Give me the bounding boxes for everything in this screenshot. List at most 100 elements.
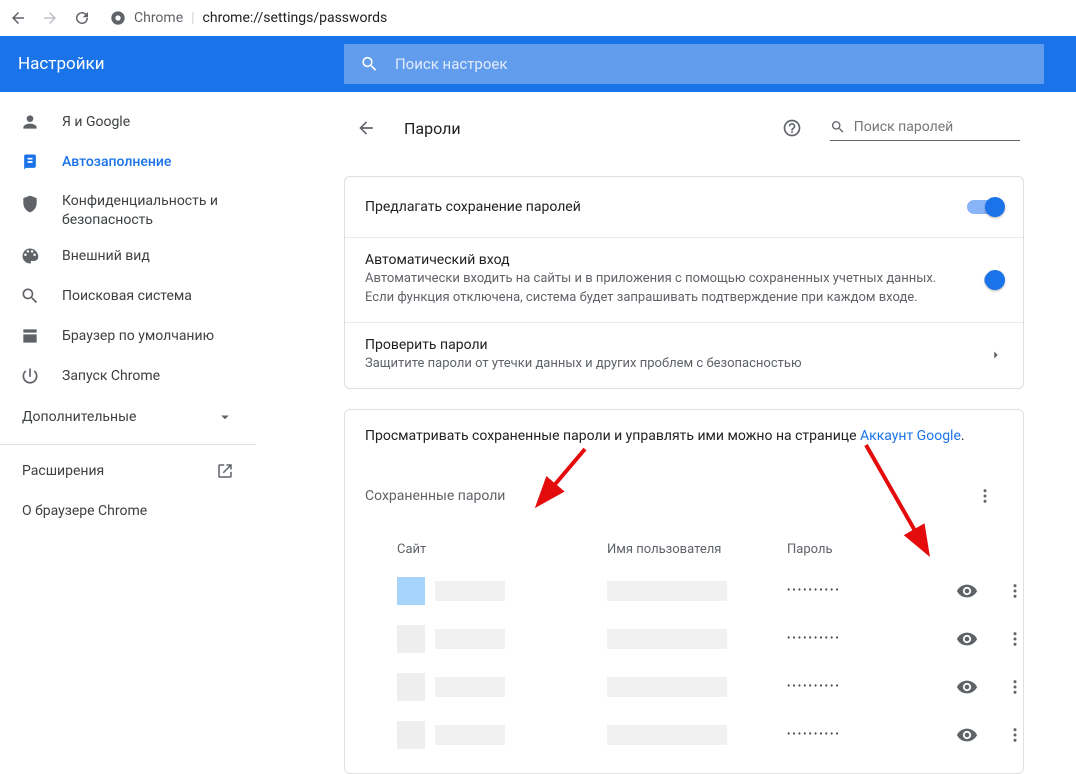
browser-toolbar: Chrome | chrome://settings/passwords <box>0 0 1076 36</box>
open-in-new-icon <box>216 462 234 480</box>
manage-info: Просматривать сохраненные пароли и управ… <box>345 410 1023 448</box>
password-row-menu-button[interactable] <box>997 573 1033 609</box>
power-icon <box>20 366 40 386</box>
search-icon <box>360 54 379 74</box>
sidebar-item-label: Поисковая система <box>62 288 192 304</box>
sidebar-item-label: Запуск Chrome <box>62 368 160 384</box>
offer-save-toggle[interactable] <box>967 200 1003 214</box>
sidebar-advanced-toggle[interactable]: Дополнительные <box>0 396 256 438</box>
user-redacted <box>607 581 727 601</box>
check-passwords-label: Проверить пароли <box>365 337 802 353</box>
password-search[interactable] <box>830 116 1020 141</box>
site-redacted <box>435 581 505 601</box>
sidebar: Я и Google Автозаполнение Конфиденциальн… <box>0 92 256 737</box>
kebab-icon <box>1006 726 1024 744</box>
help-icon <box>782 118 802 138</box>
sidebar-item-appearance[interactable]: Внешний вид <box>0 236 256 276</box>
sidebar-item-label: Я и Google <box>62 114 130 130</box>
sidebar-item-search-engine[interactable]: Поисковая система <box>0 276 256 316</box>
password-row-menu-button[interactable] <box>997 621 1033 657</box>
col-user: Имя пользователя <box>607 542 787 557</box>
password-row[interactable]: •••••••••• <box>365 663 1003 711</box>
offer-save-row[interactable]: Предлагать сохранение паролей <box>345 177 1023 237</box>
sidebar-item-label: Автозаполнение <box>62 154 171 170</box>
col-pass: Пароль <box>787 542 937 557</box>
site-favicon <box>397 721 425 749</box>
eye-icon <box>956 628 978 650</box>
sidebar-item-you-and-google[interactable]: Я и Google <box>0 102 256 142</box>
password-masked: •••••••••• <box>787 729 937 740</box>
help-button[interactable] <box>774 110 810 146</box>
nav-forward-button[interactable] <box>40 8 60 28</box>
password-masked: •••••••••• <box>787 681 937 692</box>
reveal-password-button[interactable] <box>937 676 997 698</box>
kebab-icon <box>1006 678 1024 696</box>
address-url: chrome://settings/passwords <box>203 10 388 26</box>
extensions-label: Расширения <box>22 463 104 479</box>
reveal-password-button[interactable] <box>937 580 997 602</box>
password-row[interactable]: •••••••••• <box>365 711 1003 759</box>
kebab-icon <box>1006 582 1024 600</box>
saved-passwords-menu-button[interactable] <box>967 478 1003 514</box>
sidebar-item-label: Внешний вид <box>62 248 150 264</box>
eye-icon <box>956 676 978 698</box>
sidebar-item-label: Конфиденциальность и безопасность <box>62 192 236 230</box>
person-icon <box>20 112 40 132</box>
sidebar-item-default-browser[interactable]: Браузер по умолчанию <box>0 316 256 356</box>
password-search-input[interactable] <box>854 119 1020 135</box>
google-account-link[interactable]: Аккаунт Google <box>860 428 961 444</box>
settings-card: Предлагать сохранение паролей Автоматиче… <box>344 176 1024 389</box>
sidebar-item-on-startup[interactable]: Запуск Chrome <box>0 356 256 396</box>
auto-signin-row[interactable]: Автоматический вход Автоматически входит… <box>345 237 1023 322</box>
password-row-menu-button[interactable] <box>997 717 1033 753</box>
search-icon <box>830 118 846 136</box>
nav-back-button[interactable] <box>8 8 28 28</box>
site-redacted <box>435 629 505 649</box>
chevron-down-icon <box>216 408 234 426</box>
address-bar[interactable]: Chrome | chrome://settings/passwords <box>104 10 387 26</box>
header-search-input[interactable] <box>395 55 1028 73</box>
app-header: Настройки <box>0 36 1076 92</box>
eye-icon <box>956 580 978 602</box>
address-product: Chrome <box>134 10 183 26</box>
chevron-right-icon <box>989 348 1003 362</box>
password-row[interactable]: •••••••••• <box>365 615 1003 663</box>
advanced-label: Дополнительные <box>22 409 136 425</box>
sidebar-item-about[interactable]: О браузере Chrome <box>0 491 256 531</box>
user-redacted <box>607 677 727 697</box>
offer-save-label: Предлагать сохранение паролей <box>365 199 581 215</box>
site-redacted <box>435 677 505 697</box>
site-redacted <box>435 725 505 745</box>
check-passwords-row[interactable]: Проверить пароли Защитите пароли от утеч… <box>345 322 1023 388</box>
reveal-password-button[interactable] <box>937 724 997 746</box>
about-label: О браузере Chrome <box>22 503 147 519</box>
browser-icon <box>20 326 40 346</box>
password-row-menu-button[interactable] <box>997 669 1033 705</box>
kebab-icon <box>1006 630 1024 648</box>
auto-signin-toggle[interactable] <box>984 273 1003 287</box>
password-row[interactable]: •••••••••• <box>365 567 1003 615</box>
app-title: Настройки <box>18 54 344 74</box>
back-button[interactable] <box>348 110 384 146</box>
saved-passwords-card: Просматривать сохраненные пароли и управ… <box>344 409 1024 774</box>
sidebar-item-label: Браузер по умолчанию <box>62 328 214 344</box>
sidebar-item-autofill[interactable]: Автозаполнение <box>0 142 256 182</box>
main-pane: Пароли Предлагать сохранение паролей <box>256 92 1076 737</box>
manage-suffix: . <box>961 428 965 444</box>
sidebar-item-privacy[interactable]: Конфиденциальность и безопасность <box>0 182 256 236</box>
user-redacted <box>607 629 727 649</box>
password-masked: •••••••••• <box>787 633 937 644</box>
manage-prefix: Просматривать сохраненные пароли и управ… <box>365 428 860 444</box>
site-favicon <box>397 673 425 701</box>
sidebar-item-extensions[interactable]: Расширения <box>0 451 256 491</box>
autofill-icon <box>20 152 40 172</box>
header-search[interactable] <box>344 44 1044 84</box>
col-site: Сайт <box>397 542 607 557</box>
reveal-password-button[interactable] <box>937 628 997 650</box>
auto-signin-desc: Автоматически входить на сайты и в прило… <box>365 270 964 308</box>
nav-reload-button[interactable] <box>72 8 92 28</box>
password-table-header: Сайт Имя пользователя Пароль <box>365 522 1003 567</box>
page-header: Пароли <box>344 100 1024 156</box>
site-favicon <box>397 577 425 605</box>
password-table: Сайт Имя пользователя Пароль •••••••••• <box>345 522 1023 773</box>
